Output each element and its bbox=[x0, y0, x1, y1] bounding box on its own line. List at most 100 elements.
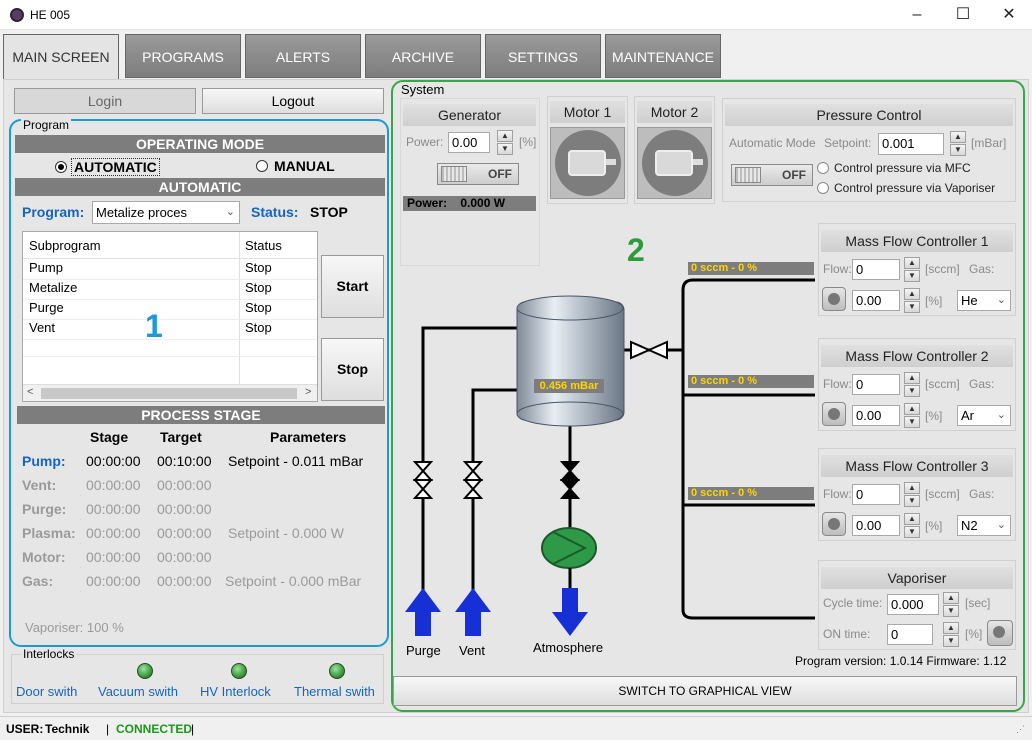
stage-row-gas: Gas: 00:00:00 00:00:00 Setpoint - 0.000 … bbox=[22, 573, 382, 593]
spin-down-icon[interactable]: ▼ bbox=[904, 270, 920, 282]
mfc3-panel: Mass Flow Controller 3 Flow: 0 ▲ ▼ [sccm… bbox=[818, 448, 1016, 541]
spin-down-icon[interactable]: ▼ bbox=[904, 416, 920, 428]
chevron-down-icon: ⌄ bbox=[996, 294, 1006, 306]
horizontal-scrollbar[interactable]: < > bbox=[23, 384, 317, 401]
spin-down-icon[interactable]: ▼ bbox=[904, 495, 920, 507]
chamber-icon bbox=[516, 295, 625, 427]
resize-grip-icon[interactable]: ⋰ bbox=[1016, 724, 1025, 735]
mfc2-flow-input[interactable]: 0 bbox=[852, 374, 900, 395]
table-row[interactable]: Metalize Stop bbox=[23, 280, 317, 300]
stage-params: Setpoint - 0.000 mBar bbox=[225, 573, 362, 589]
mode-manual-label: MANUAL bbox=[274, 158, 335, 174]
mfc1-pct-input[interactable]: 0.00 bbox=[852, 290, 900, 311]
tab-alerts[interactable]: ALERTS bbox=[245, 34, 361, 78]
scrollbar-thumb[interactable] bbox=[41, 388, 297, 399]
spin-up-icon[interactable]: ▲ bbox=[943, 622, 959, 634]
close-button[interactable]: ✕ bbox=[986, 0, 1032, 30]
chevron-down-icon: ⌄ bbox=[225, 206, 235, 218]
motor1-panel[interactable]: Motor 1 bbox=[547, 96, 628, 204]
mfc3-flow-input[interactable]: 0 bbox=[852, 484, 900, 505]
spin-up-icon[interactable]: ▲ bbox=[904, 257, 920, 269]
logout-button[interactable]: Logout bbox=[202, 88, 384, 114]
vaporiser-cycle-label: Cycle time: bbox=[823, 596, 883, 610]
switch-graphical-view-button[interactable]: SWITCH TO GRAPHICAL VIEW bbox=[393, 676, 1017, 706]
pressure-toggle[interactable]: OFF bbox=[731, 164, 813, 186]
pressure-mfc-label: Control pressure via MFC bbox=[834, 161, 971, 175]
operating-mode-header: OPERATING MODE bbox=[15, 135, 385, 153]
pressure-vaporiser-radio[interactable]: Control pressure via Vaporiser bbox=[817, 181, 995, 195]
spin-down-icon[interactable]: ▼ bbox=[943, 635, 959, 647]
pressure-mode-label: Automatic Mode bbox=[729, 136, 816, 150]
spin-up-icon[interactable]: ▲ bbox=[904, 513, 920, 525]
mfc3-gas-value: N2 bbox=[961, 518, 978, 533]
scroll-right-icon[interactable]: > bbox=[305, 386, 311, 398]
mfc3-gas-select[interactable]: N2 ⌄ bbox=[957, 515, 1011, 536]
mfc2-flow-label: Flow: bbox=[823, 377, 852, 391]
tab-programs[interactable]: PROGRAMS bbox=[125, 34, 241, 78]
motor1-icon bbox=[550, 127, 625, 199]
spin-up-icon[interactable]: ▲ bbox=[904, 372, 920, 384]
mfc2-pct-input[interactable]: 0.00 bbox=[852, 405, 900, 426]
generator-toggle[interactable]: OFF bbox=[437, 163, 519, 185]
maximize-button[interactable]: ☐ bbox=[940, 0, 986, 30]
tab-maintenance[interactable]: MAINTENANCE bbox=[605, 34, 721, 78]
spin-down-icon[interactable]: ▼ bbox=[904, 385, 920, 397]
spin-up-icon[interactable]: ▲ bbox=[943, 592, 959, 604]
stage-time: 00:00:00 bbox=[86, 525, 141, 541]
vaporiser-cycle-input[interactable]: 0.000 bbox=[887, 594, 939, 615]
motor2-panel[interactable]: Motor 2 bbox=[634, 96, 715, 204]
mfc1-flow-unit: [sccm] bbox=[925, 262, 960, 276]
pressure-setpoint-input[interactable]: 0.001 bbox=[878, 133, 944, 155]
mfc1-panel: Mass Flow Controller 1 Flow: 0 ▲ ▼ [sccm… bbox=[818, 223, 1016, 316]
minimize-button[interactable]: – bbox=[894, 0, 940, 30]
target-time: 00:00:00 bbox=[157, 525, 212, 541]
vent-pipe bbox=[471, 388, 517, 595]
vaporiser-enable-button[interactable] bbox=[987, 620, 1013, 646]
atmosphere-arrow-icon bbox=[552, 588, 588, 636]
vaporiser-on-input[interactable]: 0 bbox=[887, 624, 933, 645]
purge-arrow-icon bbox=[405, 588, 441, 636]
scroll-left-icon[interactable]: < bbox=[27, 386, 33, 398]
start-button[interactable]: Start bbox=[321, 255, 384, 318]
spin-up-icon[interactable]: ▲ bbox=[904, 482, 920, 494]
table-row[interactable]: Vent Stop bbox=[23, 320, 317, 340]
spin-up-icon[interactable]: ▲ bbox=[904, 403, 920, 415]
tab-settings[interactable]: SETTINGS bbox=[485, 34, 601, 78]
generator-power-input[interactable]: 0.00 bbox=[448, 132, 490, 153]
pressure-mfc-radio[interactable]: Control pressure via MFC bbox=[817, 161, 971, 175]
mfc1-enable-button[interactable] bbox=[822, 287, 846, 311]
mfc2-enable-button[interactable] bbox=[822, 402, 846, 426]
table-cell: Pump bbox=[29, 260, 63, 275]
spin-down-icon[interactable]: ▼ bbox=[943, 605, 959, 617]
vaporiser-cycle-unit: [sec] bbox=[965, 596, 991, 610]
mfc3-enable-button[interactable] bbox=[822, 512, 846, 536]
stage-params: Setpoint - 0.011 mBar bbox=[228, 453, 364, 469]
mfc1-title: Mass Flow Controller 1 bbox=[821, 230, 1013, 252]
spin-down-icon[interactable]: ▼ bbox=[904, 526, 920, 538]
radio-unchecked-icon bbox=[256, 160, 268, 172]
mfc3-pct-input[interactable]: 0.00 bbox=[852, 515, 900, 536]
table-row[interactable]: Pump Stop bbox=[23, 260, 317, 280]
subprogram-table[interactable]: Subprogram Status Pump Stop Metalize Sto… bbox=[22, 231, 318, 402]
spin-up-icon[interactable]: ▲ bbox=[497, 130, 513, 142]
table-row[interactable]: Purge Stop bbox=[23, 300, 317, 320]
mfc1-flow-input[interactable]: 0 bbox=[852, 259, 900, 280]
stop-button[interactable]: Stop bbox=[321, 338, 384, 401]
program-select[interactable]: Metalize proces ⌄ bbox=[92, 201, 240, 224]
spin-down-icon[interactable]: ▼ bbox=[950, 144, 966, 156]
mode-manual-radio[interactable]: MANUAL bbox=[256, 158, 335, 174]
spin-down-icon[interactable]: ▼ bbox=[904, 301, 920, 313]
stage-name: Gas: bbox=[22, 573, 54, 589]
spin-up-icon[interactable]: ▲ bbox=[950, 131, 966, 143]
login-button[interactable]: Login bbox=[14, 88, 196, 114]
mfc2-gas-select[interactable]: Ar ⌄ bbox=[957, 405, 1011, 426]
radio-unchecked-icon bbox=[817, 162, 829, 174]
spin-up-icon[interactable]: ▲ bbox=[904, 288, 920, 300]
tab-archive[interactable]: ARCHIVE bbox=[365, 34, 481, 78]
mfc1-gas-select[interactable]: He ⌄ bbox=[957, 290, 1011, 311]
spin-down-icon[interactable]: ▼ bbox=[497, 143, 513, 155]
stage-name: Plasma: bbox=[22, 525, 76, 541]
motor1-title: Motor 1 bbox=[550, 101, 625, 123]
tab-main-screen[interactable]: MAIN SCREEN bbox=[3, 34, 119, 80]
mode-automatic-radio[interactable]: AUTOMATIC bbox=[55, 158, 160, 176]
